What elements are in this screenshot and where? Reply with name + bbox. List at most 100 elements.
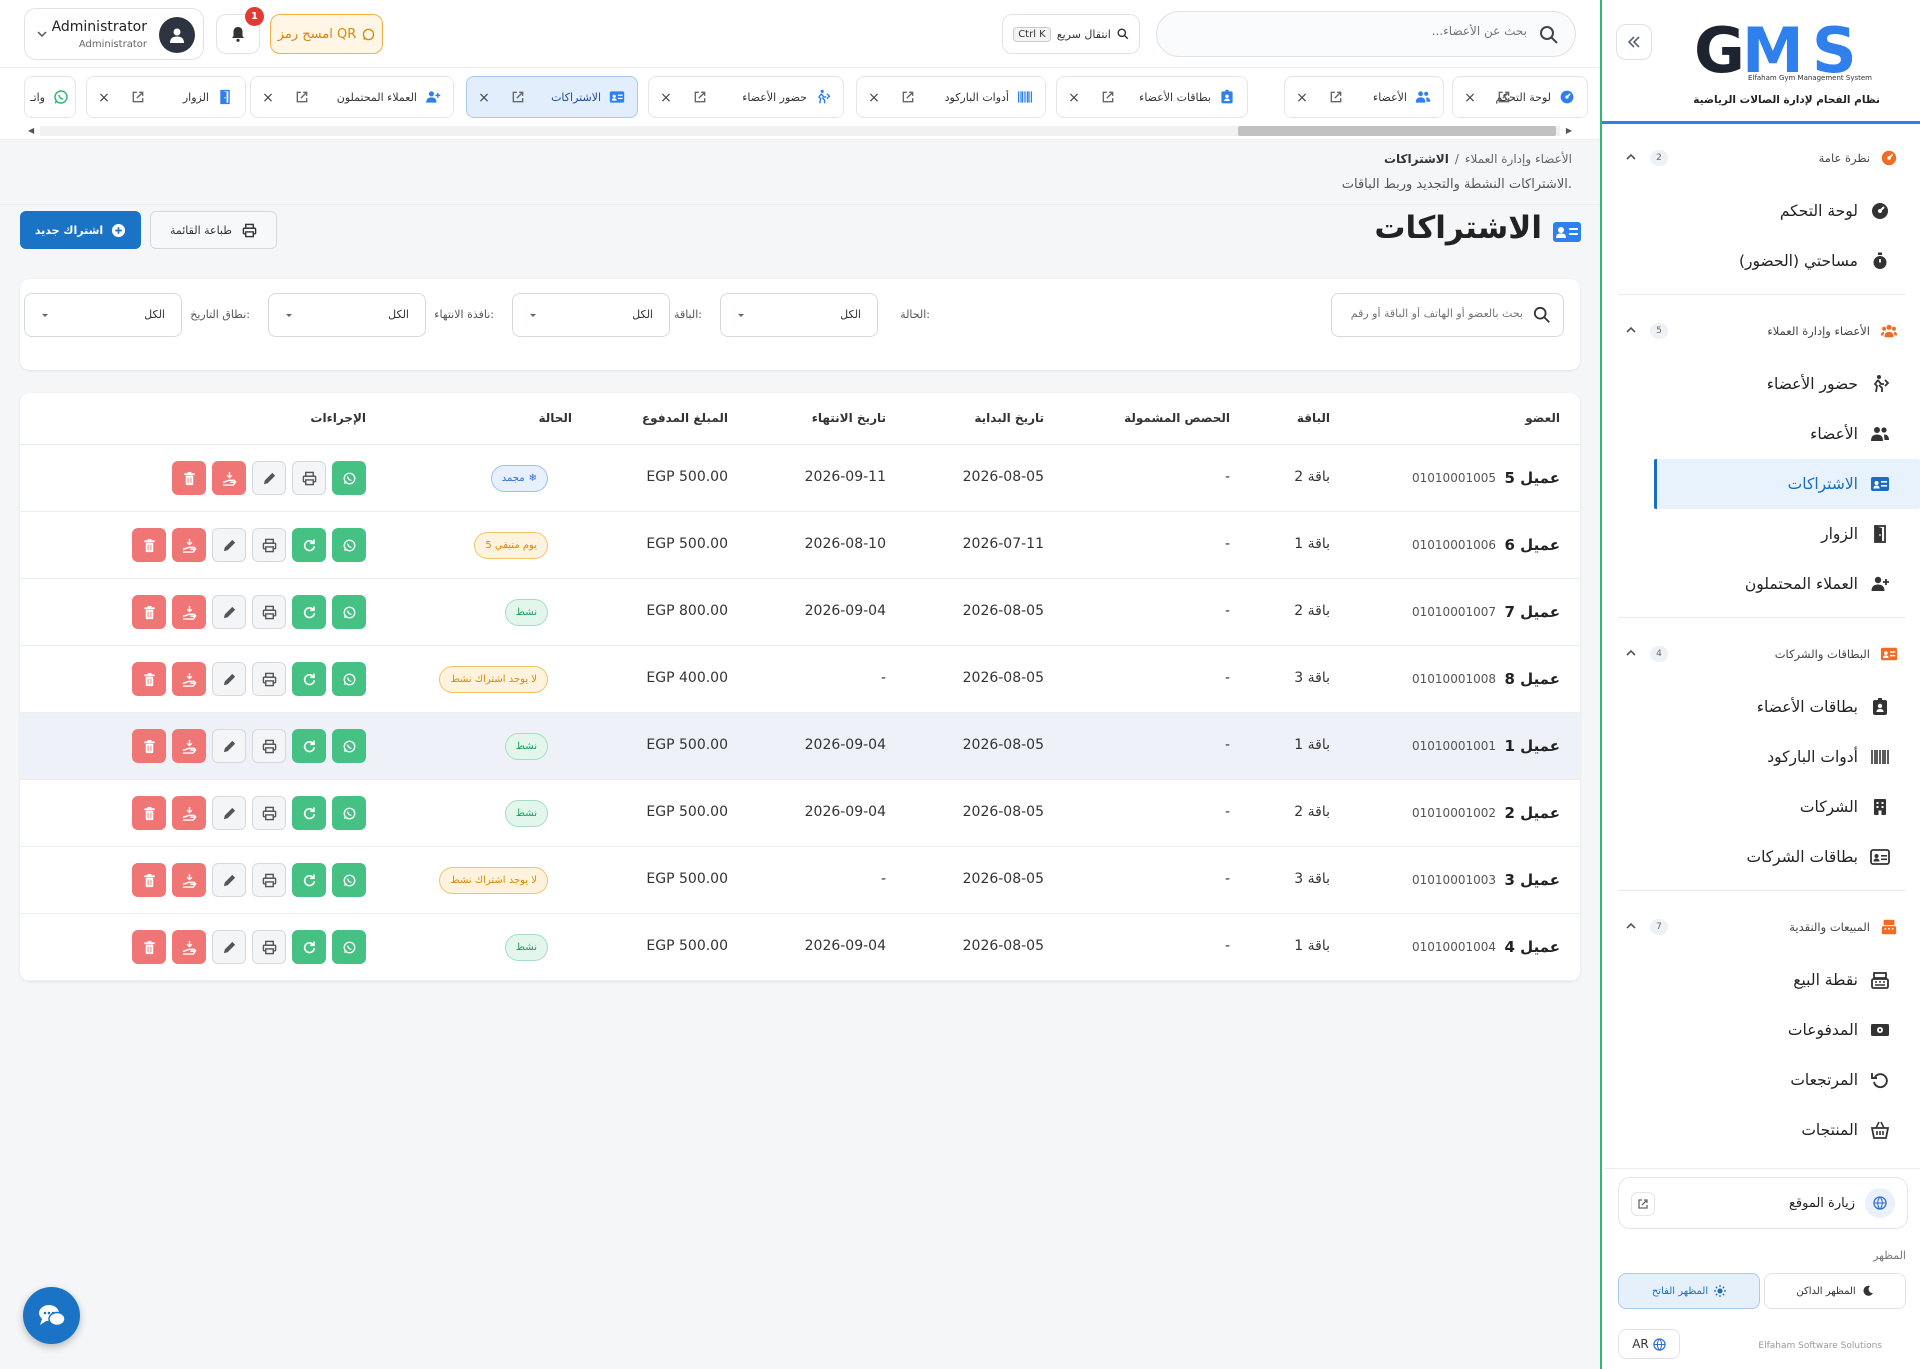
delete-button[interactable] (132, 729, 166, 763)
refund-button[interactable] (212, 461, 246, 495)
edit-button[interactable] (212, 662, 246, 696)
member-name[interactable]: عميل 6 (1505, 536, 1560, 554)
whatsapp-button[interactable] (332, 461, 366, 495)
subscription-search[interactable] (1331, 293, 1564, 337)
external-link-icon[interactable] (693, 90, 707, 104)
tab[interactable]: × الأعضاء (1284, 76, 1444, 118)
close-tab-icon[interactable]: × (1067, 90, 1081, 106)
whatsapp-button[interactable] (332, 595, 366, 629)
sidebar-item[interactable]: بطاقات الشركات (1604, 832, 1920, 882)
sidebar-item[interactable]: الشركات (1604, 782, 1920, 832)
member-search[interactable] (1156, 11, 1576, 57)
close-tab-icon[interactable]: × (477, 90, 491, 106)
renew-button[interactable] (292, 528, 326, 562)
renew-button[interactable] (292, 729, 326, 763)
external-link-icon[interactable] (1101, 90, 1115, 104)
whatsapp-button[interactable] (332, 930, 366, 964)
refund-button[interactable] (172, 595, 206, 629)
renew-button[interactable] (292, 662, 326, 696)
external-link-icon[interactable] (295, 90, 309, 104)
tabs-scrollbar[interactable]: ◀ ▶ (24, 124, 1576, 136)
external-link-icon[interactable] (901, 90, 915, 104)
col-end-date[interactable]: تاريخ الانتهاء (812, 411, 886, 425)
sidebar-section-header[interactable]: 2 نظرة عامة (1604, 130, 1920, 186)
sidebar-item[interactable]: الزوار (1604, 509, 1920, 559)
member-search-input[interactable] (1187, 24, 1527, 38)
table-row[interactable]: عميل 2 01010001002 باقة 2 - 2026-08-05 2026-0… (20, 780, 1580, 847)
member-name[interactable]: عميل 5 (1505, 469, 1560, 487)
new-subscription-button[interactable]: اشتراك جديد (20, 211, 141, 249)
expiry-filter-select[interactable]: الكل (268, 293, 426, 337)
chat-button[interactable] (23, 1287, 80, 1344)
delete-button[interactable] (132, 863, 166, 897)
sidebar-item[interactable]: العملاء المحتملون (1604, 559, 1920, 609)
table-row[interactable]: عميل 1 01010001001 باقة 1 - 2026-08-05 2026-0… (20, 713, 1580, 780)
tab[interactable]: × الزوار (86, 76, 246, 118)
sidebar-item[interactable]: أدوات الباركود (1604, 732, 1920, 782)
scroll-left-arrow[interactable]: ◀ (28, 126, 34, 135)
edit-button[interactable] (212, 528, 246, 562)
close-tab-icon[interactable]: × (1463, 90, 1477, 106)
print-button[interactable] (252, 662, 286, 696)
refund-button[interactable] (172, 930, 206, 964)
close-tab-icon[interactable]: × (867, 90, 881, 106)
refund-button[interactable] (172, 729, 206, 763)
edit-button[interactable] (212, 595, 246, 629)
print-button[interactable] (252, 528, 286, 562)
print-button[interactable] (252, 930, 286, 964)
member-name[interactable]: عميل 8 (1505, 670, 1560, 688)
tab[interactable]: × لوحة التحكم (1452, 76, 1588, 118)
sidebar-item[interactable]: لوحة التحكم (1604, 186, 1920, 236)
refund-button[interactable] (172, 528, 206, 562)
sidebar-item[interactable]: المنتجات (1604, 1105, 1920, 1155)
delete-button[interactable] (132, 595, 166, 629)
external-link-icon[interactable] (511, 90, 525, 104)
sidebar-item[interactable]: الأعضاء (1604, 409, 1920, 459)
sidebar-item[interactable]: مساحتي (الحضور) (1604, 236, 1920, 286)
sidebar-item[interactable]: الاشتراكات (1654, 459, 1920, 509)
tab[interactable]: × حضور الأعضاء (648, 76, 844, 118)
col-amount-paid[interactable]: المبلغ المدفوع (642, 411, 728, 425)
breadcrumb-parent[interactable]: الأعضاء وإدارة العملاء (1465, 152, 1572, 166)
tab[interactable]: × الاشتراكات (466, 76, 638, 118)
language-switch-button[interactable]: AR (1618, 1329, 1680, 1359)
print-button[interactable] (252, 863, 286, 897)
col-member[interactable]: العضو (1525, 411, 1560, 425)
close-tab-icon[interactable]: × (261, 90, 275, 106)
renew-button[interactable] (292, 863, 326, 897)
delete-button[interactable] (132, 930, 166, 964)
date-range-select[interactable]: الكل (24, 293, 182, 337)
scan-qr-button[interactable]: امسح رمز QR (270, 14, 383, 54)
table-row[interactable]: عميل 7 01010001007 باقة 2 - 2026-08-05 2026-0… (20, 579, 1580, 646)
edit-button[interactable] (212, 863, 246, 897)
whatsapp-button[interactable] (332, 662, 366, 696)
whatsapp-button[interactable] (332, 796, 366, 830)
tab[interactable]: × بطاقات الأعضاء (1056, 76, 1248, 118)
member-name[interactable]: عميل 2 (1505, 804, 1560, 822)
refund-button[interactable] (172, 796, 206, 830)
close-tab-icon[interactable]: × (1295, 90, 1309, 106)
user-menu[interactable]: Administrator Administrator (24, 8, 204, 60)
print-button[interactable] (252, 595, 286, 629)
col-status[interactable]: الحالة (538, 411, 572, 425)
renew-button[interactable] (292, 796, 326, 830)
table-row[interactable]: عميل 5 01010001005 باقة 2 - 2026-08-05 2026-0… (20, 445, 1580, 512)
col-package[interactable]: الباقة (1297, 411, 1330, 425)
table-row[interactable]: عميل 6 01010001006 باقة 1 - 2026-07-11 2026-0… (20, 512, 1580, 579)
collapse-sidebar-button[interactable] (1616, 24, 1652, 60)
sidebar-section-header[interactable]: 7 المبيعات والنقدية (1604, 899, 1920, 955)
sidebar-item[interactable]: حساب النقدية (1604, 1155, 1920, 1168)
refund-button[interactable] (172, 662, 206, 696)
sidebar-item[interactable]: حضور الأعضاء (1604, 359, 1920, 409)
sidebar-item[interactable]: نقطة البيع (1604, 955, 1920, 1005)
external-link-icon[interactable] (1497, 90, 1511, 104)
whatsapp-button[interactable] (332, 729, 366, 763)
print-list-button[interactable]: طباعة القائمة (150, 211, 277, 249)
sidebar-section-header[interactable]: 4 البطاقات والشركات (1604, 626, 1920, 682)
tab[interactable]: × العملاء المحتملون (250, 76, 454, 118)
whatsapp-button[interactable] (332, 863, 366, 897)
tab[interactable]: × أدوات الباركود (856, 76, 1046, 118)
edit-button[interactable] (212, 729, 246, 763)
package-filter-select[interactable]: الكل (512, 293, 670, 337)
status-filter-select[interactable]: الكل (720, 293, 878, 337)
